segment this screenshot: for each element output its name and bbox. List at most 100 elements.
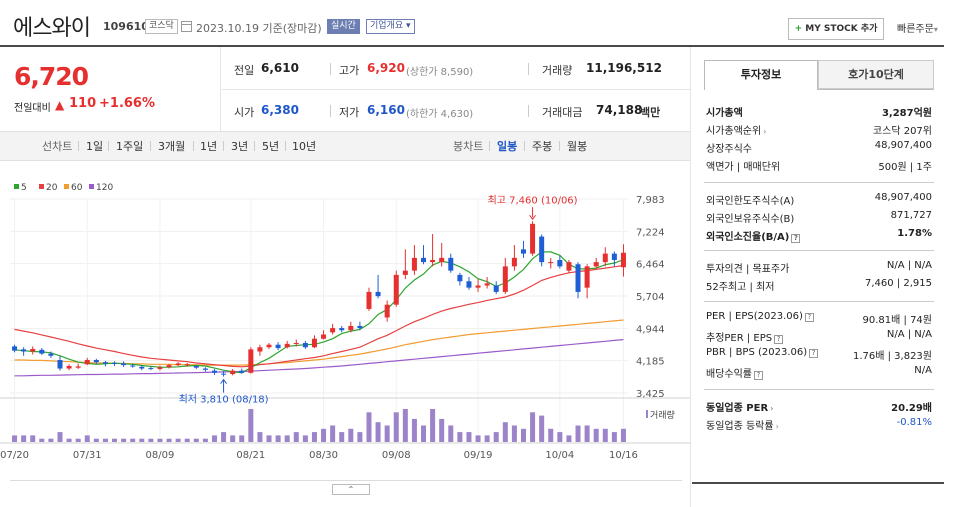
info-row[interactable]: 동일업종 등락률 › -0.81% [706,415,932,433]
candle-monthly[interactable]: 월봉 [567,138,587,154]
volume-bar [121,438,127,442]
volume-bar [266,435,272,442]
add-my-stock-button[interactable]: + MY STOCK 추가 [788,18,884,40]
volume-bar [475,435,481,442]
candle-weekly[interactable]: 주봉 [532,138,552,154]
candle-body [284,343,290,348]
period-1d[interactable]: 1일 [86,138,103,154]
info-row: 액면가 | 매매단위 500원 | 1주 [706,156,932,174]
volume-bar [611,432,617,442]
divider [528,105,529,117]
volume-bar [530,412,536,442]
legend-swatch [14,184,19,189]
stock-code: 109610 [103,20,149,33]
candle-body [130,365,136,367]
volume-bar [84,435,90,442]
candle-body [184,364,190,366]
volume-bar [284,435,290,442]
period-1w[interactable]: 1주일 [116,138,143,154]
chart-bottom-divider [10,480,682,481]
period-3y[interactable]: 3년 [231,138,248,154]
diff-label: 전일대비 [14,103,51,114]
date-tick-label: 08/21 [236,450,265,461]
info-key: 52주최고 | 최저 [706,278,774,293]
legend-label: 20 [46,183,58,193]
info-value: -0.81% [896,417,932,428]
stock-name[interactable]: 에스와이 [13,10,91,42]
info-key: 추정PER | EPS? [706,329,784,344]
diff-rate: +1.66% [99,96,155,111]
volume-bar [112,438,118,442]
add-my-stock-label: MY STOCK 추가 [805,24,878,34]
info-row: PER | EPS(2023.06)? 90.81배 | 74원 [706,309,932,327]
base-date: 2023.10.19 기준(장마감) [196,22,322,35]
volume-bar [93,438,99,442]
candle-body [384,304,390,318]
info-value: 20.29배 [891,403,932,414]
tab-invest-info[interactable]: 투자정보 [704,60,818,89]
candle-body [566,262,572,271]
chevron-right-icon: › [770,404,774,413]
candle-body [275,344,281,349]
volume-bar [493,432,499,442]
tab-hoga-10[interactable]: 호가10단계 [818,60,934,89]
info-row: 외국인소진율(B/A)? 1.78% [706,226,932,244]
high-label: 고가 [339,64,360,77]
volume-label: 거래량 [542,64,573,77]
period-10y[interactable]: 10년 [292,138,316,154]
divider [489,141,490,151]
volume-bar [620,428,626,442]
date-tick-label: 09/08 [382,450,411,461]
low-value: 6,160 [367,103,405,117]
info-key: 액면가 | 매매단위 [706,158,780,173]
company-overview-dropdown[interactable]: 기업개요 ▾ [366,19,415,34]
info-key-text: 외국인보유주식수(B) [706,214,795,225]
candle-body [139,366,145,369]
divider [559,141,560,151]
info-key: 외국인소진율(B/A)? [706,228,801,243]
tab-active-cover [705,88,817,90]
realtime-button[interactable]: 실시간 [327,19,360,34]
info-key-text: 투자의견 | 목표주가 [706,264,790,275]
quick-order-button[interactable]: 빠른주문▾ [897,20,938,35]
help-icon[interactable]: ? [809,349,819,358]
help-icon[interactable]: ? [791,234,801,243]
info-key-text: PER | EPS(2023.06) [706,311,803,322]
legend-swatch [89,184,94,189]
volume-bar [421,425,427,442]
info-section-divider [704,389,934,390]
info-row[interactable]: 시가총액순위 › 코스닥 207위 [706,120,932,138]
candle-body [539,236,545,263]
volume-bar [330,425,336,442]
volume-bar [175,438,181,442]
volume-bar [402,409,408,442]
info-value: 90.81배 | 74원 [862,315,932,326]
info-row[interactable]: 동일업종 PER › 20.29배 [706,397,932,415]
ma120-line [14,339,624,377]
info-key-text: 동일업종 PER [706,403,769,414]
candle-body [511,257,517,267]
open-value: 6,380 [261,103,299,117]
line-chart-label: 선차트 [42,140,73,153]
chart-collapse-button[interactable]: ⌃ [332,484,370,495]
candle-body [211,370,217,373]
candle-body [75,366,81,368]
period-3m[interactable]: 3개월 [158,138,185,154]
volume-bar [230,435,236,442]
period-1y[interactable]: 1년 [200,138,217,154]
candle-body [393,274,399,305]
info-value: 500원 | 1주 [878,162,932,173]
volume-bar [202,438,208,442]
volume-bar [375,422,381,442]
candle-body [66,365,72,369]
stock-chart[interactable]: 7,9837,2246,4645,7044,9444,1853,42507/20… [0,175,690,473]
info-row: 추정PER | EPS? N/A | N/A [706,327,932,345]
volume-bar [502,422,508,442]
help-icon[interactable]: ? [754,371,763,380]
candle-daily[interactable]: 일봉 [497,138,517,154]
date-tick-label: 09/19 [464,450,493,461]
candle-body [321,334,327,339]
period-5y[interactable]: 5년 [262,138,279,154]
help-icon[interactable]: ? [804,313,814,322]
help-icon[interactable]: ? [774,335,784,344]
